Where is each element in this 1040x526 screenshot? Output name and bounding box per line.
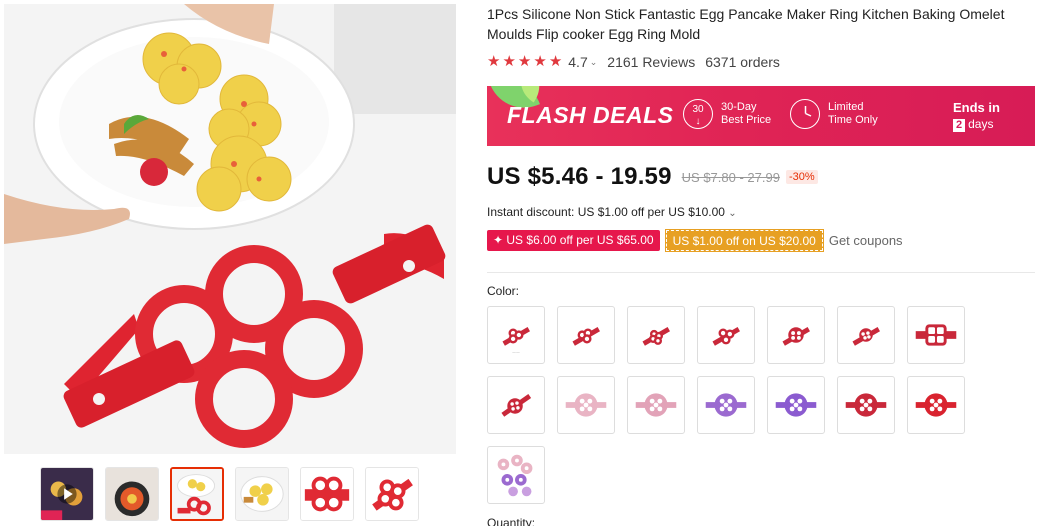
color-swatch-15[interactable]: [487, 446, 545, 504]
limited-time-line2: Time Only: [828, 114, 878, 126]
clock-icon: [790, 99, 820, 129]
chevron-down-icon[interactable]: ⌄: [590, 57, 598, 68]
color-swatch-9[interactable]: [557, 376, 615, 434]
color-swatch-12[interactable]: [767, 376, 825, 434]
instant-discount[interactable]: Instant discount: US $1.00 off per US $1…: [487, 205, 737, 219]
ends-in-countdown: Ends in 2 days: [953, 100, 1000, 132]
best-price-item: 30 ↓ 30-Day Best Price: [683, 99, 771, 129]
best-price-line2: Best Price: [721, 114, 772, 126]
star-icon: ★: [548, 53, 563, 70]
thumbnail-video[interactable]: [40, 467, 94, 521]
days-count: 2: [953, 119, 966, 132]
color-swatch-11[interactable]: [697, 376, 755, 434]
main-product-image[interactable]: [4, 4, 456, 454]
coupons-row: ✦ US $6.00 off per US $65.00 US $1.00 of…: [487, 229, 903, 252]
svg-text:——: ——: [512, 349, 520, 354]
rating-stars: ★ ★ ★ ★ ★: [487, 53, 562, 71]
star-icon: ★: [533, 53, 547, 70]
color-swatch-5[interactable]: [767, 306, 825, 364]
thumbnail-5[interactable]: [300, 467, 354, 521]
limited-time-line1: Limited: [828, 101, 864, 113]
best-price-icon: 30 ↓: [683, 99, 713, 129]
thumbnail-6[interactable]: [365, 467, 419, 521]
limited-time-item: Limited Time Only: [790, 99, 878, 129]
divider: [487, 272, 1035, 273]
orders-count: 6371 orders: [705, 54, 780, 70]
thumbnail-2[interactable]: [105, 467, 159, 521]
star-icon: ★: [502, 53, 516, 70]
star-icon: ★: [517, 53, 532, 70]
current-price: US $5.46 - 19.59: [487, 163, 672, 190]
flash-deals-title: FLASH DEALS: [507, 102, 674, 128]
color-swatch-1[interactable]: ——: [487, 306, 545, 364]
get-coupons-link[interactable]: Get coupons: [829, 233, 903, 248]
rating-row: ★ ★ ★ ★ ★ 4.7 ⌄ 2161 Reviews 6371 orders: [487, 52, 780, 72]
color-swatch-4[interactable]: [697, 306, 755, 364]
color-swatch-2[interactable]: [557, 306, 615, 364]
quantity-label: Quantity:: [487, 516, 536, 526]
color-swatch-8[interactable]: [487, 376, 545, 434]
price-row: US $5.46 - 19.59 US $7.80 - 27.99 -30%: [487, 163, 818, 191]
thumbnail-3-active[interactable]: [170, 467, 224, 521]
color-swatch-7[interactable]: [907, 306, 965, 364]
thumbnail-4[interactable]: [235, 467, 289, 521]
color-swatch-6[interactable]: [837, 306, 895, 364]
days-unit: days: [968, 117, 994, 131]
coupon-select[interactable]: US $1.00 off on US $20.00: [664, 229, 824, 252]
color-swatch-14[interactable]: [907, 376, 965, 434]
best-price-line1: 30-Day: [721, 101, 757, 113]
ends-in-label: Ends in: [953, 100, 1000, 115]
flash-deals-banner: FLASH DEALS 30 ↓ 30-Day Best Price Limit…: [487, 86, 1035, 146]
rating-value[interactable]: 4.7: [568, 54, 587, 70]
color-swatch-13[interactable]: [837, 376, 895, 434]
star-icon: ★: [487, 53, 501, 70]
color-swatch-10[interactable]: [627, 376, 685, 434]
coupon-store[interactable]: ✦ US $6.00 off per US $65.00: [487, 230, 660, 251]
color-label: Color:: [487, 284, 520, 298]
discount-badge: -30%: [785, 170, 818, 184]
product-title: 1Pcs Silicone Non Stick Fantastic Egg Pa…: [487, 6, 1005, 42]
reviews-link[interactable]: 2161 Reviews: [607, 54, 695, 70]
original-price: US $7.80 - 27.99: [681, 169, 780, 185]
chevron-down-icon[interactable]: ⌄: [728, 208, 736, 219]
color-swatch-3[interactable]: [627, 306, 685, 364]
